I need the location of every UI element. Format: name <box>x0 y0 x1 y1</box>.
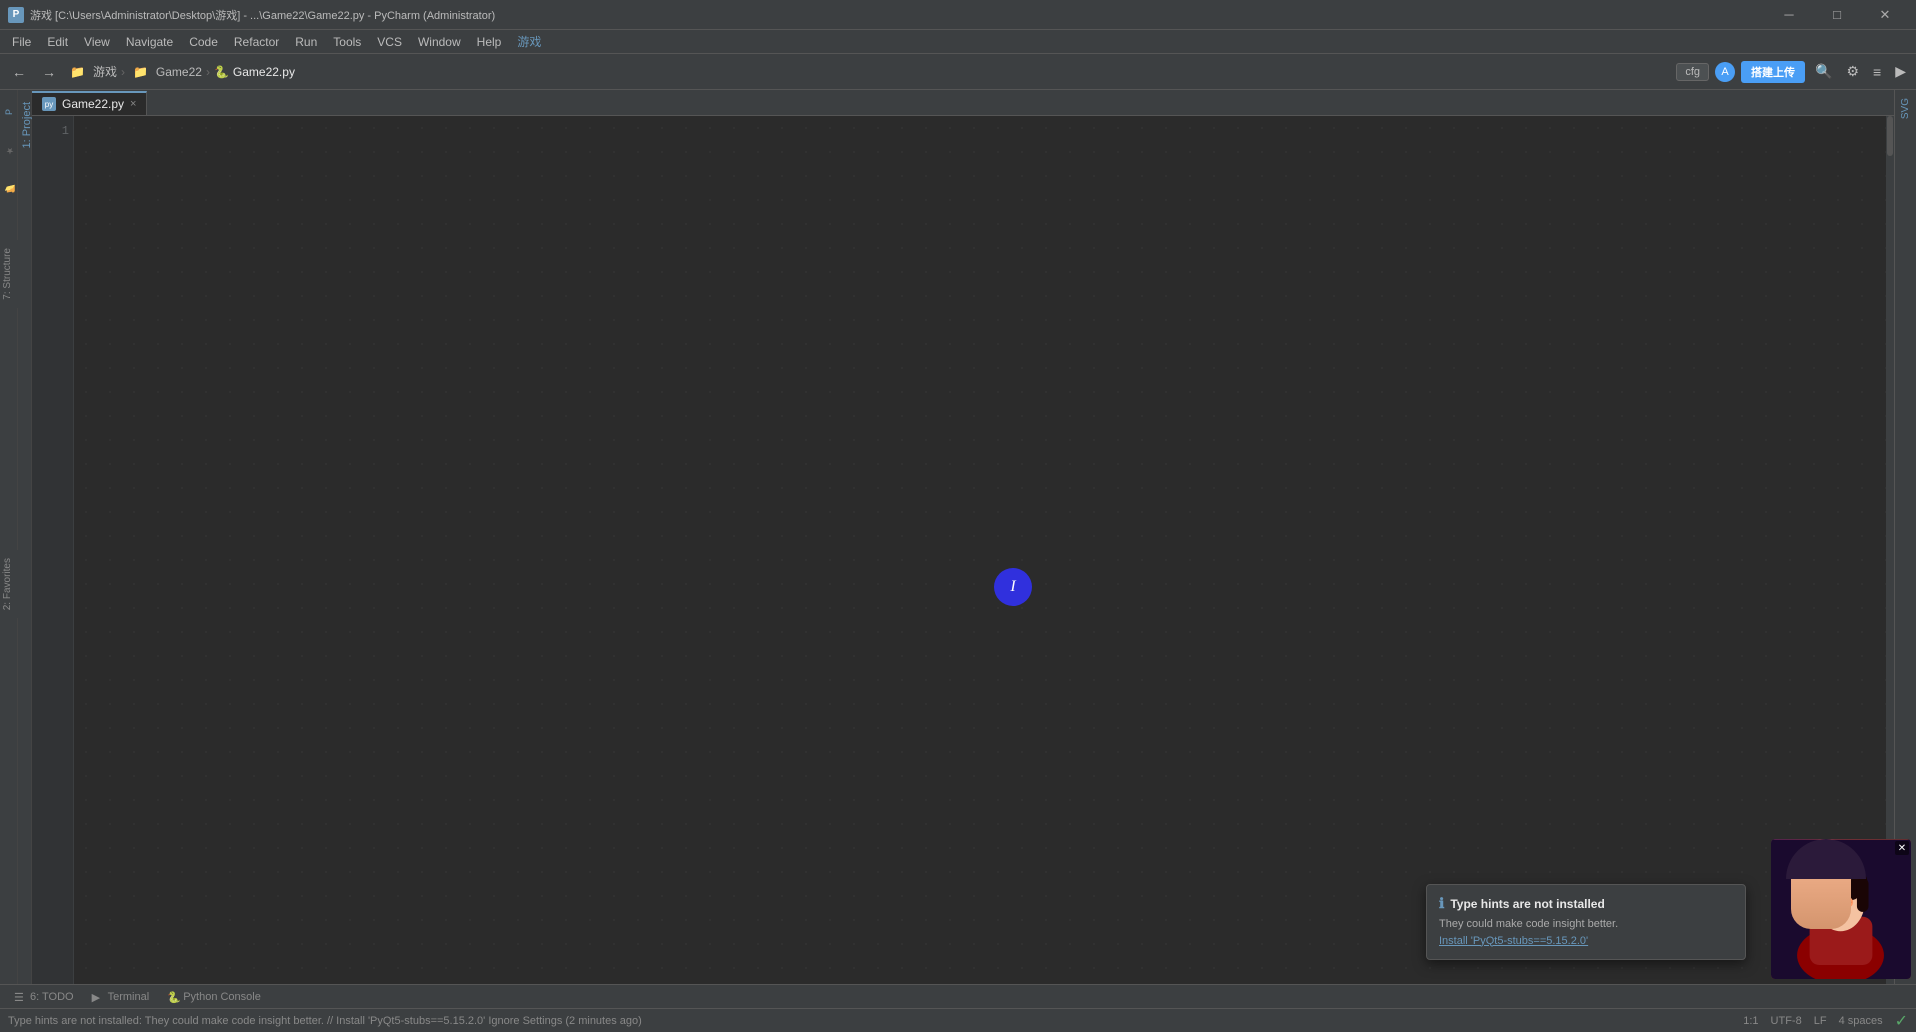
project-panel-tab[interactable]: P <box>1 94 17 130</box>
bottom-toolbar: ☰ 6: TODO ▶ Terminal 🐍 Python Console <box>0 984 1916 1008</box>
menu-window[interactable]: Window <box>410 30 469 53</box>
breadcrumb-folder[interactable]: Game22 <box>156 65 202 79</box>
title-left: P 游戏 [C:\Users\Administrator\Desktop\游戏]… <box>8 7 495 23</box>
run-config-button[interactable]: ▶ <box>1891 61 1910 82</box>
status-message[interactable]: Type hints are not installed: They could… <box>8 1015 642 1027</box>
tab-project[interactable]: 1: Project <box>18 94 31 156</box>
project-folder-icon: 📁 <box>66 63 89 81</box>
settings-button[interactable]: ⚙ <box>1842 61 1863 82</box>
file-icon: 🐍 <box>214 65 229 79</box>
forward-button[interactable]: → <box>36 59 62 85</box>
bookmark-icon[interactable]: ★ <box>1 132 17 168</box>
folder-panel-icon[interactable]: 📂 <box>1 170 17 206</box>
breadcrumb-sep2: › <box>206 65 210 79</box>
editor-area[interactable]: py Game22.py × 1 I <box>32 90 1894 984</box>
notification-title: ℹ Type hints are not installed <box>1439 895 1733 912</box>
left-favorites-panel: 2: Favorites <box>0 550 18 618</box>
editor-content[interactable]: 1 <box>32 116 1894 984</box>
python-console-label: Python Console <box>183 991 261 1003</box>
app-icon: P <box>8 7 24 23</box>
terminal-label: Terminal <box>108 991 150 1003</box>
menu-bar: File Edit View Navigate Code Refactor Ru… <box>0 30 1916 54</box>
menu-edit[interactable]: Edit <box>39 30 76 53</box>
file-tabs: py Game22.py × <box>32 90 1894 116</box>
notification-body: They could make code insight better. Ins… <box>1439 916 1733 949</box>
char-svg <box>1771 839 1911 979</box>
terminal-icon: ▶ <box>92 991 104 1003</box>
tab-favorites[interactable]: 2: Favorites <box>0 550 18 618</box>
cfg-button[interactable]: cfg <box>1676 63 1709 81</box>
status-bar: Type hints are not installed: They could… <box>0 1008 1916 1032</box>
title-bar: P 游戏 [C:\Users\Administrator\Desktop\游戏]… <box>0 0 1916 30</box>
close-button[interactable]: ✕ <box>1862 3 1908 27</box>
toolbar: ← → 📁 游戏 › 📁 Game22 › 🐍 Game22.py cfg A … <box>0 54 1916 90</box>
avatar-icon: A <box>1715 62 1735 82</box>
char-close-button[interactable]: ✕ <box>1895 841 1909 855</box>
menu-view[interactable]: View <box>76 30 118 53</box>
notification-body-text: They could make code insight better. <box>1439 918 1618 930</box>
search-everywhere-button[interactable]: 🔍 <box>1811 61 1836 82</box>
line-numbers: 1 <box>32 116 74 984</box>
menu-navigate[interactable]: Navigate <box>118 30 181 53</box>
breadcrumb-sep1: › <box>121 65 125 79</box>
close-tab-button[interactable]: × <box>130 98 136 110</box>
menu-run[interactable]: Run <box>287 30 325 53</box>
breadcrumb-file[interactable]: Game22.py <box>233 65 295 79</box>
folder-icon: 📁 <box>129 63 152 81</box>
char-image: ✕ <box>1771 839 1916 984</box>
upload-button[interactable]: 搭建上传 <box>1741 61 1805 83</box>
notification-install-link[interactable]: Install 'PyQt5-stubs==5.15.2.0' <box>1439 935 1588 947</box>
svg-panel-tab[interactable]: SVG <box>1898 94 1913 123</box>
more-button[interactable]: ≡ <box>1869 62 1885 82</box>
notification-title-text: Type hints are not installed <box>1450 897 1604 911</box>
tab-name: Game22.py <box>62 97 124 111</box>
maximize-button[interactable]: □ <box>1814 3 1860 27</box>
left-icons-panel: P ★ 📂 <box>0 90 18 984</box>
notification-popup: ℹ Type hints are not installed They coul… <box>1426 884 1746 960</box>
todo-icon: ☰ <box>14 991 26 1003</box>
left-extra-panels: 7: Structure <box>0 240 18 308</box>
back-button[interactable]: ← <box>6 59 32 85</box>
menu-vcs[interactable]: VCS <box>369 30 410 53</box>
cursor-position[interactable]: 1:1 <box>1743 1015 1758 1027</box>
cursor-char: I <box>1010 578 1015 596</box>
encoding-status[interactable]: UTF-8 <box>1771 1015 1802 1027</box>
menu-tools[interactable]: Tools <box>325 30 369 53</box>
toolbar-right: cfg A 搭建上传 🔍 ⚙ ≡ ▶ <box>1676 61 1910 83</box>
tab-structure[interactable]: 7: Structure <box>0 240 18 308</box>
terminal-button[interactable]: ▶ Terminal <box>84 985 158 1008</box>
breadcrumb: 📁 游戏 › 📁 Game22 › 🐍 Game22.py <box>66 63 295 81</box>
menu-code[interactable]: Code <box>181 30 226 53</box>
python-file-icon: py <box>42 97 56 111</box>
menu-help[interactable]: Help <box>469 30 510 53</box>
menu-file[interactable]: File <box>4 30 39 53</box>
title-text: 游戏 [C:\Users\Administrator\Desktop\游戏] -… <box>30 7 495 23</box>
title-controls: ─ □ ✕ <box>1766 3 1908 27</box>
menu-project[interactable]: 游戏 <box>509 30 549 53</box>
todo-button[interactable]: ☰ 6: TODO <box>6 985 82 1008</box>
info-icon: ℹ <box>1439 895 1444 912</box>
breadcrumb-project[interactable]: 游戏 <box>93 63 117 80</box>
file-tab-game22[interactable]: py Game22.py × <box>32 91 147 115</box>
main-layout: P ★ 📂 1: Project py Game22.py × 1 <box>0 90 1916 984</box>
python-console-button[interactable]: 🐍 Python Console <box>159 985 269 1008</box>
scroll-thumb <box>1887 116 1893 156</box>
left-panel-tabs: 1: Project <box>18 90 32 984</box>
menu-refactor[interactable]: Refactor <box>226 30 287 53</box>
python-console-icon: 🐍 <box>167 991 179 1003</box>
minimize-button[interactable]: ─ <box>1766 3 1812 27</box>
todo-label: 6: TODO <box>30 991 74 1003</box>
cursor-circle: I <box>994 568 1032 606</box>
char-placeholder: ✕ <box>1771 839 1911 979</box>
code-area[interactable] <box>74 116 1886 984</box>
line-ending-status[interactable]: LF <box>1814 1015 1827 1027</box>
indent-status[interactable]: 4 spaces <box>1839 1015 1883 1027</box>
